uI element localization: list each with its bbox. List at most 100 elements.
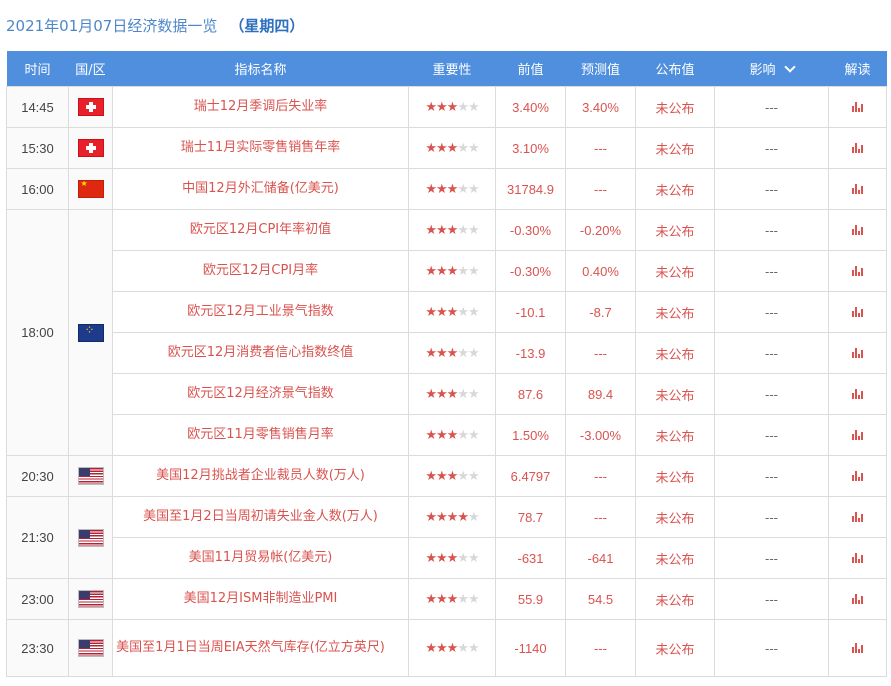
interpret-cell[interactable] xyxy=(828,291,887,333)
interpret-cell[interactable] xyxy=(828,168,887,210)
star-icon: ★ xyxy=(425,640,437,655)
star-icon: ★ xyxy=(446,427,459,442)
indicator-name[interactable]: 瑞士12月季调后失业率 xyxy=(112,86,409,128)
country-cell xyxy=(68,619,113,677)
importance-stars: ★★★★★ xyxy=(408,619,496,677)
interpret-cell[interactable] xyxy=(828,373,887,415)
table-row: 欧元区11月零售销售月率 ★★★★★ 1.50% -3.00% 未公布 --- xyxy=(7,414,887,456)
col-country: 国/区 xyxy=(68,51,113,87)
interpret-cell[interactable] xyxy=(828,496,887,538)
usa-flag-icon xyxy=(77,590,104,608)
forecast-value: --- xyxy=(565,168,636,210)
country-cell xyxy=(68,209,113,456)
table-row: 15:30 瑞士11月实际零售销售年率 ★★★★★ 3.10% --- 未公布 --- xyxy=(6,127,887,169)
star-icon: ★ xyxy=(446,181,459,196)
indicator-name[interactable]: 欧元区12月经济景气指数 xyxy=(112,373,409,415)
chevron-down-icon[interactable] xyxy=(783,61,796,73)
indicator-name[interactable]: 中国12月外汇储备(亿美元) xyxy=(112,168,409,210)
actual-value: 未公布 xyxy=(635,455,715,497)
actual-value: 未公布 xyxy=(635,127,715,169)
bar-chart-icon[interactable] xyxy=(851,642,864,653)
previous-value: 87.6 xyxy=(495,373,566,415)
indicator-name[interactable]: 美国至1月1日当周EIA天然气库存(亿立方英尺) xyxy=(112,619,409,677)
usa-flag-icon xyxy=(77,528,104,547)
star-icon: ★ xyxy=(436,509,448,524)
time-cell: 21:30 xyxy=(6,496,69,579)
col-interpret: 解读 xyxy=(828,51,887,87)
interpret-cell[interactable] xyxy=(828,537,887,579)
indicator-name[interactable]: 欧元区12月消费者信心指数终值 xyxy=(112,332,409,374)
indicator-name[interactable]: 欧元区12月CPI月率 xyxy=(112,250,409,292)
actual-value: 未公布 xyxy=(635,86,715,128)
importance-stars: ★★★★★ xyxy=(408,373,496,415)
star-icon: ★ xyxy=(467,345,480,360)
time-cell: 16:00 xyxy=(6,168,69,210)
bar-chart-icon[interactable] xyxy=(851,183,864,194)
importance-stars: ★★★★★ xyxy=(408,414,496,456)
interpret-cell[interactable] xyxy=(828,250,887,292)
bar-chart-icon[interactable] xyxy=(851,101,864,112)
col-actual: 公布值 xyxy=(635,51,715,87)
importance-stars: ★★★★★ xyxy=(408,496,496,538)
bar-chart-icon[interactable] xyxy=(851,511,864,522)
effect-value: --- xyxy=(714,496,829,538)
star-icon: ★ xyxy=(436,181,448,196)
indicator-name[interactable]: 欧元区12月工业景气指数 xyxy=(112,291,409,333)
weekday-label: （星期四） xyxy=(229,16,305,35)
indicator-name[interactable]: 欧元区12月CPI年率初值 xyxy=(112,209,409,251)
importance-stars: ★★★★★ xyxy=(408,455,496,497)
previous-value: -10.1 xyxy=(495,291,566,333)
star-icon: ★ xyxy=(467,640,480,655)
bar-chart-icon[interactable] xyxy=(851,429,864,440)
star-icon: ★ xyxy=(467,550,480,565)
indicator-name[interactable]: 美国12月ISM非制造业PMI xyxy=(112,578,409,620)
star-icon: ★ xyxy=(425,386,437,401)
interpret-cell[interactable] xyxy=(828,332,887,374)
effect-value: --- xyxy=(714,537,829,579)
effect-value: --- xyxy=(714,332,829,374)
indicator-name[interactable]: 美国11月贸易帐(亿美元) xyxy=(112,537,409,579)
interpret-cell[interactable] xyxy=(828,455,887,497)
star-icon: ★ xyxy=(457,509,469,524)
bar-chart-icon[interactable] xyxy=(851,142,864,153)
previous-value: 55.9 xyxy=(495,578,566,620)
interpret-cell[interactable] xyxy=(828,619,887,677)
bar-chart-icon[interactable] xyxy=(851,593,864,604)
forecast-value: -8.7 xyxy=(565,291,636,333)
indicator-name[interactable]: 美国至1月2日当周初请失业金人数(万人) xyxy=(112,496,409,538)
page-title: 2021年01月07日经济数据一览 xyxy=(6,16,218,35)
bar-chart-icon[interactable] xyxy=(851,470,864,481)
star-icon: ★ xyxy=(436,591,448,606)
usa-flag-icon xyxy=(77,467,104,485)
col-effect-label: 影响 xyxy=(749,63,776,78)
table-row: 18:00欧元区12月CPI年率初值★★★★★-0.30%-0.20%未公布--… xyxy=(6,209,887,456)
interpret-cell[interactable] xyxy=(828,414,887,456)
indicator-name[interactable]: 瑞士11月实际零售销售年率 xyxy=(112,127,409,169)
indicator-name[interactable]: 欧元区11月零售销售月率 xyxy=(112,414,409,456)
star-icon: ★ xyxy=(436,304,448,319)
time-cell: 14:45 xyxy=(6,86,69,128)
forecast-value: --- xyxy=(565,127,636,169)
country-cell xyxy=(68,86,113,128)
star-icon: ★ xyxy=(467,509,480,524)
col-effect[interactable]: 影响 xyxy=(714,51,829,87)
interpret-cell[interactable] xyxy=(828,86,887,128)
bar-chart-icon[interactable] xyxy=(851,552,864,563)
star-icon: ★ xyxy=(425,140,437,155)
indicator-name[interactable]: 美国12月挑战者企业裁员人数(万人) xyxy=(112,455,409,497)
bar-chart-icon[interactable] xyxy=(851,388,864,399)
star-icon: ★ xyxy=(436,345,448,360)
interpret-cell[interactable] xyxy=(828,209,887,251)
bar-chart-icon[interactable] xyxy=(851,265,864,276)
star-icon: ★ xyxy=(467,181,480,196)
table-row: 23:00 美国12月ISM非制造业PMI ★★★★★ 55.9 54.5 未公布 --- xyxy=(6,578,887,620)
star-icon: ★ xyxy=(446,263,459,278)
interpret-cell[interactable] xyxy=(828,578,887,620)
bar-chart-icon[interactable] xyxy=(851,306,864,317)
bar-chart-icon[interactable] xyxy=(851,347,864,358)
actual-value: 未公布 xyxy=(635,373,715,415)
star-icon: ★ xyxy=(425,99,437,114)
interpret-cell[interactable] xyxy=(828,127,887,169)
bar-chart-icon[interactable] xyxy=(851,224,864,235)
star-icon: ★ xyxy=(425,468,437,483)
